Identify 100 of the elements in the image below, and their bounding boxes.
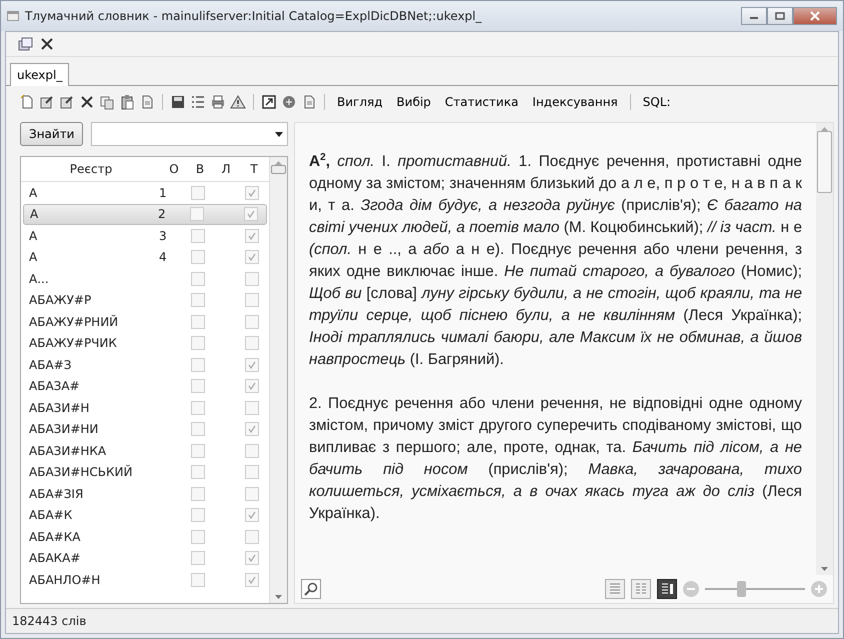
external-link-icon — [261, 94, 277, 110]
save-button[interactable] — [169, 93, 187, 111]
checkbox[interactable] — [245, 508, 259, 522]
table-row[interactable]: АБАКА# — [23, 548, 267, 569]
table-row[interactable]: АБА#ЗІЯ — [23, 483, 267, 504]
zoom-slider[interactable] — [705, 581, 805, 597]
warning-button[interactable] — [229, 93, 247, 111]
check-mark-icon — [247, 424, 257, 434]
checkbox[interactable] — [191, 228, 205, 243]
checkbox[interactable] — [191, 358, 205, 372]
checkbox[interactable] — [191, 444, 205, 458]
scroll-down-icon[interactable] — [821, 567, 828, 571]
table-row[interactable]: АБАЗИ#Н — [23, 397, 267, 418]
checkbox[interactable] — [191, 400, 205, 415]
checkbox[interactable] — [245, 250, 259, 264]
menu-item[interactable]: Індексування — [526, 93, 624, 111]
checkbox[interactable] — [245, 465, 259, 480]
checkbox[interactable] — [191, 250, 205, 264]
checkbox[interactable] — [245, 444, 259, 458]
checkbox[interactable] — [245, 530, 259, 544]
column-header[interactable]: Реєстр — [21, 162, 161, 176]
checkbox[interactable] — [245, 551, 259, 566]
column-header[interactable]: В — [187, 162, 213, 176]
checkbox[interactable] — [191, 572, 205, 587]
dropdown-arrow-icon — [275, 132, 283, 136]
checkbox[interactable] — [191, 465, 205, 480]
scroll-thumb[interactable] — [271, 165, 286, 174]
scroll-down-icon[interactable] — [275, 595, 282, 599]
warning-icon — [230, 94, 246, 110]
checkbox[interactable] — [191, 293, 205, 308]
checkbox[interactable] — [244, 207, 258, 222]
checkbox[interactable] — [245, 336, 259, 350]
checkbox[interactable] — [191, 508, 205, 522]
tab[interactable]: ukexpl_ — [10, 63, 70, 86]
column-header[interactable]: Л — [213, 162, 239, 176]
table-row[interactable]: АБАЗИ#НИ — [23, 418, 267, 440]
checkbox[interactable] — [245, 228, 259, 243]
menu-item[interactable]: Вибір — [390, 93, 437, 111]
column-header[interactable]: О — [161, 162, 187, 176]
checkbox[interactable] — [190, 207, 204, 222]
printer-button[interactable] — [209, 93, 227, 111]
find-button[interactable]: Знайти — [20, 122, 84, 146]
table-row[interactable]: А 2 — [23, 204, 267, 225]
external-link-button[interactable] — [260, 93, 278, 111]
table-row[interactable]: АБАЖУ#РНИЙ — [23, 311, 267, 332]
table-cell-text: А... — [29, 272, 50, 286]
delete-icon — [79, 94, 95, 110]
checkbox[interactable] — [191, 314, 205, 329]
checkbox[interactable] — [245, 358, 259, 372]
search-combobox[interactable] — [91, 122, 288, 146]
checkbox[interactable] — [245, 572, 259, 587]
checkbox[interactable] — [191, 379, 205, 394]
checkbox[interactable] — [191, 551, 205, 566]
scroll-thumb[interactable] — [817, 131, 832, 193]
menu-item[interactable]: SQL: — [636, 93, 677, 111]
scrollbar[interactable] — [816, 123, 833, 575]
table-row[interactable]: АБАЖУ#Р — [23, 290, 267, 311]
table-row[interactable]: АБАЖУ#РЧИК — [23, 332, 267, 354]
table-cell-text: А — [29, 186, 38, 200]
search-button[interactable] — [301, 579, 321, 599]
table-row[interactable]: А 4 — [23, 246, 267, 268]
checkbox[interactable] — [245, 400, 259, 415]
checkbox[interactable] — [191, 336, 205, 350]
menu-item[interactable]: Вигляд — [331, 93, 389, 111]
column-header[interactable]: Т — [239, 162, 269, 176]
zoom-out-button[interactable] — [683, 581, 699, 597]
close-icon — [39, 36, 55, 52]
table-cell-text: АБА#К — [29, 508, 74, 522]
check-mark-icon — [247, 188, 257, 198]
checkbox[interactable] — [191, 272, 205, 286]
checkbox[interactable] — [191, 530, 205, 544]
checkbox[interactable] — [245, 186, 259, 200]
table-cell-text: АБАНЛО#Н — [29, 572, 102, 587]
checkbox[interactable] — [245, 422, 259, 436]
table-row[interactable]: А 3 — [23, 225, 267, 246]
checkbox[interactable] — [245, 379, 259, 394]
table-row[interactable]: АБАЗИ#НКА — [23, 440, 267, 462]
table-row[interactable]: АБА#КА — [23, 526, 267, 548]
checkbox[interactable] — [191, 186, 205, 200]
checkbox[interactable] — [245, 272, 259, 286]
table-row[interactable]: АБА#К — [23, 504, 267, 526]
table-row[interactable]: А... — [23, 268, 267, 290]
zoom-in-button[interactable] — [811, 581, 827, 597]
checkbox[interactable] — [191, 422, 205, 436]
maximize-button[interactable] — [767, 7, 793, 25]
table-cell-text: 3 — [159, 228, 168, 243]
table-row[interactable]: АБАЗИ#НСЬКИЙ — [23, 462, 267, 483]
checkbox[interactable] — [245, 293, 259, 308]
table-row[interactable]: АБАНЛО#Н — [23, 569, 267, 590]
menu-item[interactable]: Статистика — [438, 93, 524, 111]
checkbox[interactable] — [191, 486, 205, 501]
checkbox[interactable] — [245, 314, 259, 329]
windows-button[interactable] — [16, 35, 34, 53]
table-row[interactable]: А 1 — [23, 182, 267, 204]
table-row[interactable]: АБА#З — [23, 354, 267, 376]
scrollbar[interactable] — [269, 157, 287, 603]
checkbox[interactable] — [245, 486, 259, 501]
table-row[interactable]: АБАЗА# — [23, 376, 267, 397]
view-mode-button[interactable] — [657, 579, 677, 599]
minimize-button[interactable] — [741, 7, 767, 25]
